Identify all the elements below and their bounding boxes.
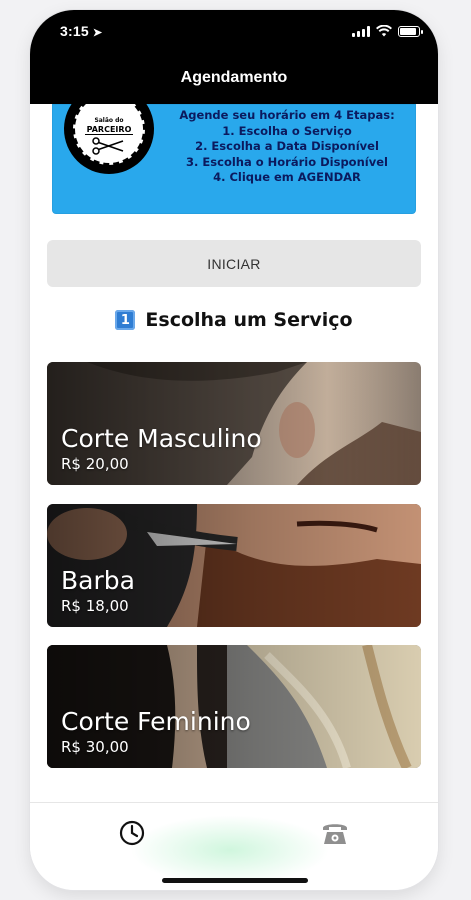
tab-agendamento[interactable]	[118, 819, 146, 847]
salon-logo: Salão do PARCEIRO	[64, 104, 154, 174]
service-price: R$ 20,00	[61, 455, 129, 473]
service-name: Barba	[61, 566, 135, 595]
service-price: R$ 18,00	[61, 597, 129, 615]
cellular-signal-icon	[352, 25, 370, 37]
section-title-text: Escolha um Serviço	[145, 309, 353, 331]
banner-line: Agende seu horário em 4 Etapas:	[179, 108, 395, 122]
info-banner: Salão do PARCEIRO Agende seu horário em …	[52, 104, 416, 214]
battery-icon	[398, 25, 423, 37]
status-time: 3:15 ➤	[60, 23, 102, 39]
tab-contato[interactable]	[321, 819, 349, 847]
start-button[interactable]: INICIAR	[47, 240, 421, 287]
section-heading: 1 Escolha um Serviço	[30, 309, 438, 331]
top-bar: 3:15 ➤ Agendamento	[30, 10, 438, 104]
banner-line: 2. Escolha a Data Disponível	[195, 139, 379, 153]
service-card-corte-feminino[interactable]: Corte Feminino R$ 30,00	[47, 645, 421, 768]
status-time-text: 3:15	[60, 23, 89, 39]
telephone-icon	[323, 824, 347, 844]
banner-line: 3. Escolha o Horário Disponível	[186, 154, 388, 169]
wifi-icon	[376, 25, 392, 37]
service-card-barba[interactable]: Barba R$ 18,00	[47, 504, 421, 627]
banner-instructions: Agende seu horário em 4 Etapas: 1. Escol…	[164, 108, 410, 186]
status-icons	[352, 25, 423, 37]
page-title: Agendamento	[180, 69, 288, 86]
logo-top-text: Salão do	[94, 117, 124, 124]
location-arrow-icon: ➤	[92, 27, 103, 39]
bottom-tab-bar	[30, 802, 438, 890]
main-content[interactable]: Salão do PARCEIRO Agende seu horário em …	[30, 104, 438, 804]
logo-name-text: PARCEIRO	[84, 125, 134, 135]
step-number-badge: 1	[115, 310, 136, 330]
banner-line: 1. Escolha o Serviço	[222, 123, 352, 138]
home-indicator[interactable]	[162, 878, 308, 883]
banner-line: 4. Clique em AGENDAR	[213, 170, 361, 184]
service-name: Corte Masculino	[61, 424, 262, 453]
phone-screen: 3:15 ➤ Agendamento Salão do PARCEIRO Age…	[30, 10, 438, 890]
clock-icon	[119, 820, 145, 846]
service-name: Corte Feminino	[61, 707, 251, 736]
service-card-corte-masculino[interactable]: Corte Masculino R$ 20,00	[47, 362, 421, 485]
service-price: R$ 30,00	[61, 738, 129, 756]
scissors-icon	[92, 137, 124, 155]
